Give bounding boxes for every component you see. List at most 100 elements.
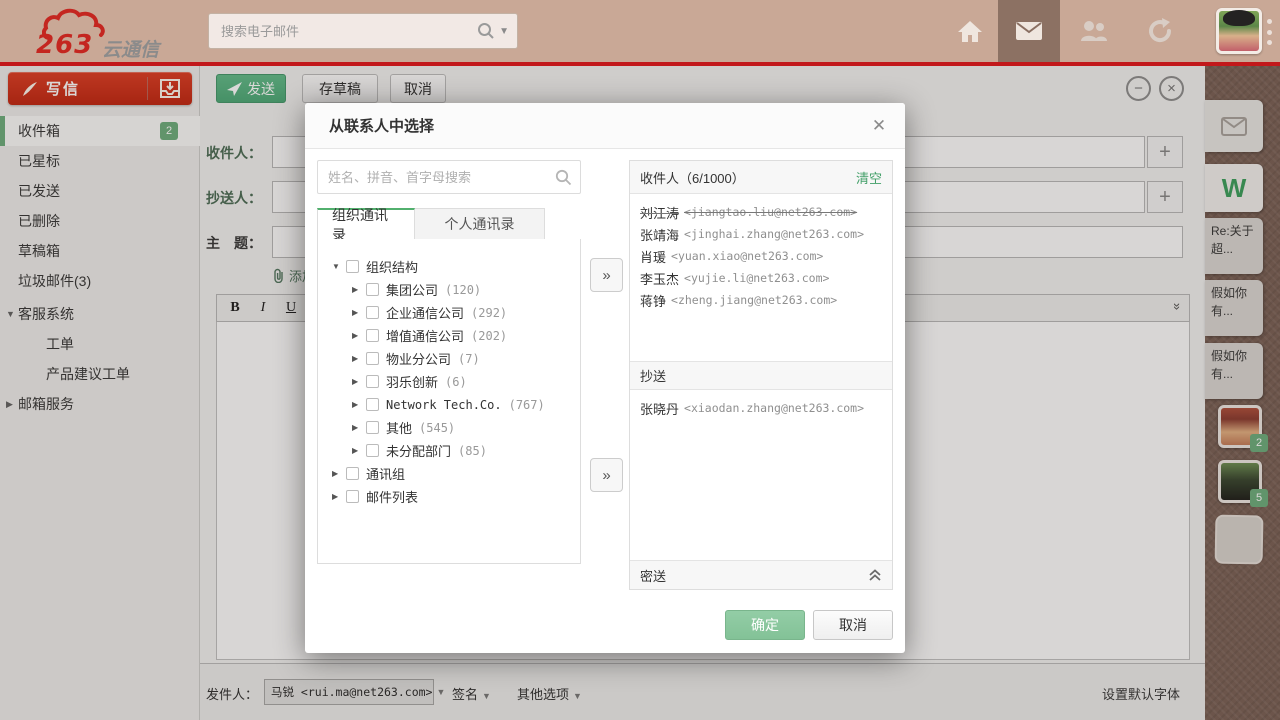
recipient-item[interactable]: 张靖海 <jinghai.zhang@net263.com> <box>640 223 882 245</box>
recipient-email: <jinghai.zhang@net263.com> <box>684 227 864 241</box>
expand-arrow-icon[interactable]: ▶ <box>332 469 346 478</box>
avatar-photo <box>1223 10 1255 26</box>
contact-search-box[interactable] <box>317 160 581 194</box>
recipient-email: <yuan.xiao@net263.com> <box>671 249 823 263</box>
tree-node-count: (767) <box>509 398 545 412</box>
recipient-name: 张靖海 <box>640 225 679 244</box>
collapse-bcc-icon[interactable] <box>868 569 882 582</box>
checkbox[interactable] <box>366 375 379 388</box>
tree-node-count: (85) <box>458 444 487 458</box>
search-scope-caret-icon[interactable]: ▼ <box>499 26 509 37</box>
expand-arrow-icon[interactable]: ▶ <box>352 377 366 386</box>
header-search-input[interactable] <box>221 24 477 39</box>
tree-node-groups[interactable]: ▶ 通讯组 <box>332 462 580 485</box>
expand-arrow-icon[interactable]: ▶ <box>352 423 366 432</box>
recipient-email: <jiangtao.liu@net263.com> <box>684 205 857 219</box>
tree-node-label: 邮件列表 <box>366 487 418 506</box>
checkbox[interactable] <box>366 283 379 296</box>
recipients-header: 收件人（6/1000） 清空 <box>630 161 892 194</box>
sync-nav-icon[interactable] <box>1134 0 1186 62</box>
tree-node[interactable]: ▶ 集团公司 (120) <box>332 278 580 301</box>
recipient-item[interactable]: 蒋铮 <zheng.jiang@net263.com> <box>640 289 882 311</box>
search-icon <box>555 169 572 186</box>
tab-org-addressbook[interactable]: 组织通讯录 <box>317 208 415 240</box>
org-tree: ▼ 组织结构 ▶ 集团公司 (120) ▶ 企业通信公司 (292) ▶ 增值通… <box>318 239 580 508</box>
checkbox[interactable] <box>366 352 379 365</box>
recipient-name: 张晓丹 <box>640 399 679 418</box>
ok-label: 确定 <box>751 615 779 635</box>
clear-all-link[interactable]: 清空 <box>856 168 882 187</box>
cc-item[interactable]: 张晓丹 <xiaodan.zhang@net263.com> <box>640 397 882 419</box>
cc-list: 张晓丹 <xiaodan.zhang@net263.com> <box>630 390 892 560</box>
recipients-list: 刘江涛 <jiangtao.liu@net263.com> 张靖海 <jingh… <box>630 194 892 361</box>
tree-node-count: (292) <box>471 306 507 320</box>
contact-search-input[interactable] <box>328 170 555 185</box>
tree-node-count: (545) <box>419 421 455 435</box>
dialog-ok-button[interactable]: 确定 <box>725 610 805 640</box>
home-nav-icon[interactable] <box>944 0 996 62</box>
mail-nav-icon[interactable] <box>998 0 1060 62</box>
recipient-name: 肖瑗 <box>640 247 666 266</box>
expand-arrow-icon[interactable]: ▶ <box>352 331 366 340</box>
collapse-arrow-icon[interactable]: ▼ <box>332 262 346 271</box>
tree-node-count: (7) <box>458 352 480 366</box>
tab-personal-addressbook[interactable]: 个人通讯录 <box>415 208 545 240</box>
cancel-label: 取消 <box>839 615 867 635</box>
checkbox[interactable] <box>366 398 379 411</box>
tree-node-label: 增值通信公司 <box>386 326 464 345</box>
move-to-recipients-button[interactable]: » <box>590 258 623 292</box>
checkbox[interactable] <box>366 421 379 434</box>
header-search-box[interactable]: ▼ <box>208 13 518 49</box>
recipient-name: 刘江涛 <box>640 203 679 222</box>
tree-node-count: (120) <box>445 283 481 297</box>
brand-logo[interactable]: 263 云通信 <box>14 6 194 58</box>
checkbox[interactable] <box>366 306 379 319</box>
recipients-count-label: 收件人（6/1000） <box>640 168 745 187</box>
dialog-close-icon[interactable]: ✕ <box>867 114 891 138</box>
top-header: 263 云通信 ▼ <box>0 0 1280 62</box>
tree-node-count: (6) <box>445 375 467 389</box>
tree-node-label: 未分配部门 <box>386 441 451 460</box>
recipient-item[interactable]: 刘江涛 <jiangtao.liu@net263.com> <box>640 201 882 223</box>
tree-node[interactable]: ▶ 企业通信公司 (292) <box>332 301 580 324</box>
checkbox[interactable] <box>346 490 359 503</box>
recipient-name: 蒋铮 <box>640 291 666 310</box>
user-avatar[interactable] <box>1216 8 1262 54</box>
app-window: 263 云通信 ▼ <box>0 0 1280 720</box>
expand-arrow-icon[interactable]: ▶ <box>352 446 366 455</box>
cc-header: 抄送 <box>630 361 892 390</box>
search-icon[interactable] <box>477 22 495 40</box>
contacts-nav-icon[interactable] <box>1068 0 1120 62</box>
tree-node[interactable]: ▶ Network Tech.Co. (767) <box>332 393 580 416</box>
tab-label: 个人通讯录 <box>445 214 515 234</box>
tree-node[interactable]: ▶ 未分配部门 (85) <box>332 439 580 462</box>
checkbox[interactable] <box>366 444 379 457</box>
recipient-email: <zheng.jiang@net263.com> <box>671 293 837 307</box>
checkbox[interactable] <box>346 467 359 480</box>
account-menu-icon[interactable] <box>1267 19 1273 45</box>
tree-node[interactable]: ▶ 羽乐创新 (6) <box>332 370 580 393</box>
tree-node-maillists[interactable]: ▶ 邮件列表 <box>332 485 580 508</box>
recipient-name: 李玉杰 <box>640 269 679 288</box>
brand-number: 263 <box>36 30 93 60</box>
tree-node[interactable]: ▶ 其他 (545) <box>332 416 580 439</box>
checkbox[interactable] <box>366 329 379 342</box>
tree-node-root[interactable]: ▼ 组织结构 <box>332 255 580 278</box>
expand-arrow-icon[interactable]: ▶ <box>352 400 366 409</box>
dialog-cancel-button[interactable]: 取消 <box>813 610 893 640</box>
expand-arrow-icon[interactable]: ▶ <box>332 492 346 501</box>
recipient-item[interactable]: 肖瑗 <yuan.xiao@net263.com> <box>640 245 882 267</box>
expand-arrow-icon[interactable]: ▶ <box>352 354 366 363</box>
tree-node-label: 集团公司 <box>386 280 438 299</box>
recipient-item[interactable]: 李玉杰 <yujie.li@net263.com> <box>640 267 882 289</box>
checkbox[interactable] <box>346 260 359 273</box>
tree-node-label: 其他 <box>386 418 412 437</box>
bcc-header-label: 密送 <box>640 566 666 585</box>
tree-node[interactable]: ▶ 增值通信公司 (202) <box>332 324 580 347</box>
cc-header-label: 抄送 <box>640 366 666 385</box>
tree-node-label: 羽乐创新 <box>386 372 438 391</box>
tree-node[interactable]: ▶ 物业分公司 (7) <box>332 347 580 370</box>
expand-arrow-icon[interactable]: ▶ <box>352 308 366 317</box>
expand-arrow-icon[interactable]: ▶ <box>352 285 366 294</box>
move-to-cc-button[interactable]: » <box>590 458 623 492</box>
